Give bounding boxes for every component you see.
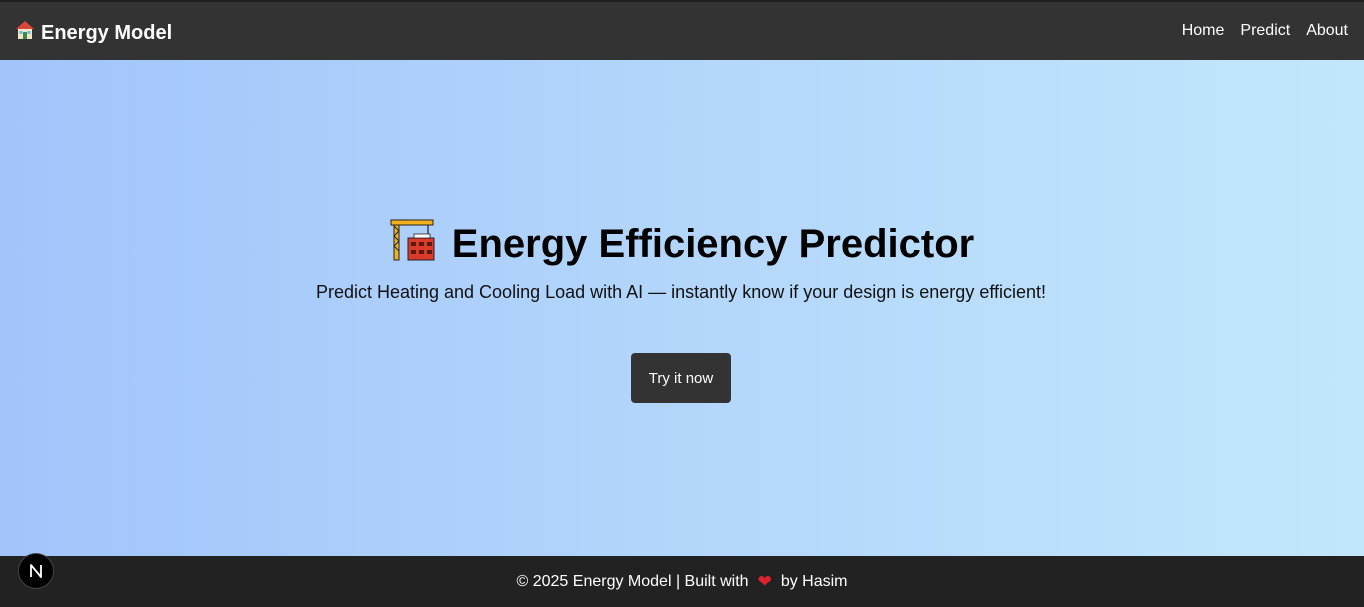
hero-section: Energy Efficiency Predictor Predict Heat… <box>0 60 1364 556</box>
nav-home-link[interactable]: Home <box>1182 20 1225 42</box>
brand-link[interactable]: Energy Model <box>15 20 172 46</box>
brand-label: Energy Model <box>41 21 173 44</box>
nav-links: Home Predict About <box>1182 20 1348 42</box>
hero-title: Energy Efficiency Predictor <box>0 216 1364 272</box>
hero-subtitle: Predict Heating and Cooling Load with AI… <box>315 282 1047 302</box>
heart-icon: ❤ <box>757 571 772 591</box>
hero-title-text: Energy Efficiency Predictor <box>451 221 975 266</box>
footer: © 2025 Energy Model | Built with ❤ by Ha… <box>0 556 1364 607</box>
house-icon <box>15 20 35 46</box>
footer-copyright: © 2025 Energy Model | Built with <box>516 572 749 590</box>
navbar: Energy Model Home Predict About <box>0 2 1364 60</box>
try-it-now-button[interactable]: Try it now <box>631 353 731 403</box>
nav-predict-link[interactable]: Predict <box>1240 20 1290 42</box>
construction-crane-icon <box>390 216 438 272</box>
dev-tools-n-icon[interactable] <box>18 553 54 589</box>
footer-author: by Hasim <box>780 572 848 590</box>
nav-about-link[interactable]: About <box>1306 20 1348 42</box>
